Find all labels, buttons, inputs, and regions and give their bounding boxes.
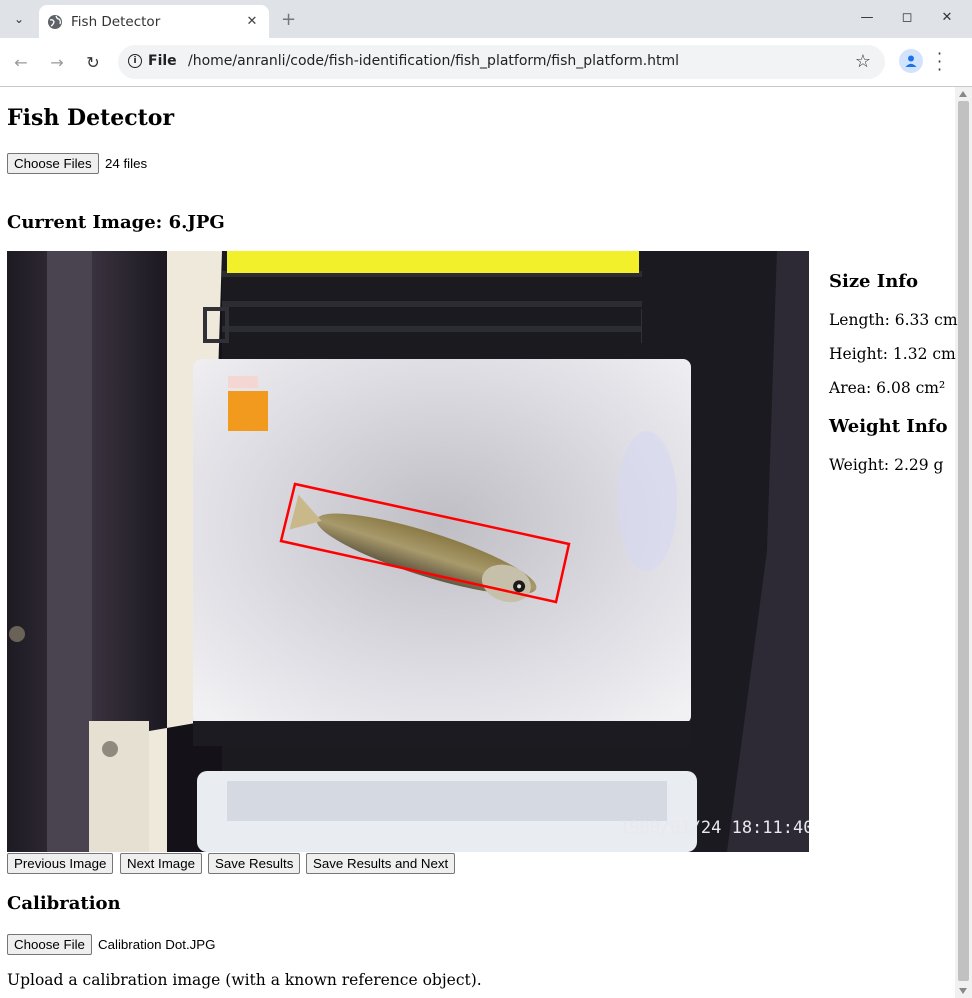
- choose-files-button[interactable]: Choose Files: [7, 153, 99, 174]
- previous-image-button[interactable]: Previous Image: [7, 853, 114, 874]
- image-timestamp: 1900/01/24 18:11:40: [619, 818, 809, 838]
- tab-title: Fish Detector: [71, 13, 161, 30]
- person-icon: [905, 55, 917, 67]
- browser-tab[interactable]: Fish Detector ✕: [39, 5, 269, 38]
- calibration-note: Upload a calibration image (with a known…: [7, 971, 482, 989]
- fish-photo: 1900/01/24 18:11:40: [7, 251, 809, 852]
- page-content: Fish Detector Choose Files 24 files Curr…: [0, 87, 958, 998]
- files-status: 24 files: [105, 156, 148, 171]
- minimize-icon[interactable]: —: [856, 10, 878, 28]
- url-text: /home/anranli/code/fish-identification/f…: [188, 53, 680, 69]
- forward-arrow-icon[interactable]: →: [46, 51, 68, 73]
- page-title: Fish Detector: [7, 105, 175, 131]
- current-image-heading: Current Image: 6.JPG: [7, 212, 225, 233]
- browser-toolbar: ← → ↻ i File /home/anranli/code/fish-ide…: [0, 38, 972, 87]
- url-scheme-label: File: [148, 53, 177, 69]
- site-info-chip[interactable]: i File: [128, 53, 177, 69]
- tab-close-icon[interactable]: ✕: [243, 13, 261, 31]
- maximize-icon[interactable]: ◻: [896, 10, 918, 28]
- back-arrow-icon[interactable]: ←: [10, 51, 32, 73]
- save-results-button[interactable]: Save Results: [208, 853, 301, 874]
- length-value: Length: 6.33 cm: [829, 311, 958, 329]
- area-value: Area: 6.08 cm²: [829, 379, 946, 397]
- scroll-up-arrow-icon[interactable]: [959, 91, 967, 97]
- scroll-thumb[interactable]: [958, 101, 969, 981]
- calibration-heading: Calibration: [7, 893, 121, 914]
- next-image-button[interactable]: Next Image: [120, 853, 202, 874]
- save-results-and-next-button[interactable]: Save Results and Next: [306, 853, 456, 874]
- info-icon: i: [128, 54, 142, 68]
- tab-bar: ⌄ Fish Detector ✕ + — ◻ ✕: [0, 0, 972, 38]
- tab-search-chevron-icon[interactable]: ⌄: [8, 8, 30, 30]
- calibration-file-name: Calibration Dot.JPG: [98, 937, 216, 952]
- reload-icon[interactable]: ↻: [82, 51, 104, 73]
- new-tab-icon[interactable]: +: [281, 9, 296, 30]
- calibration-choose-file-button[interactable]: Choose File: [7, 934, 92, 955]
- scroll-down-arrow-icon[interactable]: [959, 988, 967, 994]
- size-info-heading: Size Info: [829, 271, 919, 292]
- profile-avatar-icon[interactable]: [899, 49, 923, 73]
- window-close-icon[interactable]: ✕: [936, 10, 958, 28]
- globe-icon: [48, 14, 62, 29]
- height-value: Height: 1.32 cm: [829, 345, 956, 363]
- page-scrollbar[interactable]: [955, 87, 972, 998]
- weight-value: Weight: 2.29 g: [829, 456, 944, 474]
- bookmark-star-icon[interactable]: ☆: [855, 51, 871, 72]
- browser-menu-icon[interactable]: · · ·: [937, 46, 942, 78]
- weight-info-heading: Weight Info: [829, 416, 948, 437]
- address-bar[interactable]: i File /home/anranli/code/fish-identific…: [118, 45, 885, 79]
